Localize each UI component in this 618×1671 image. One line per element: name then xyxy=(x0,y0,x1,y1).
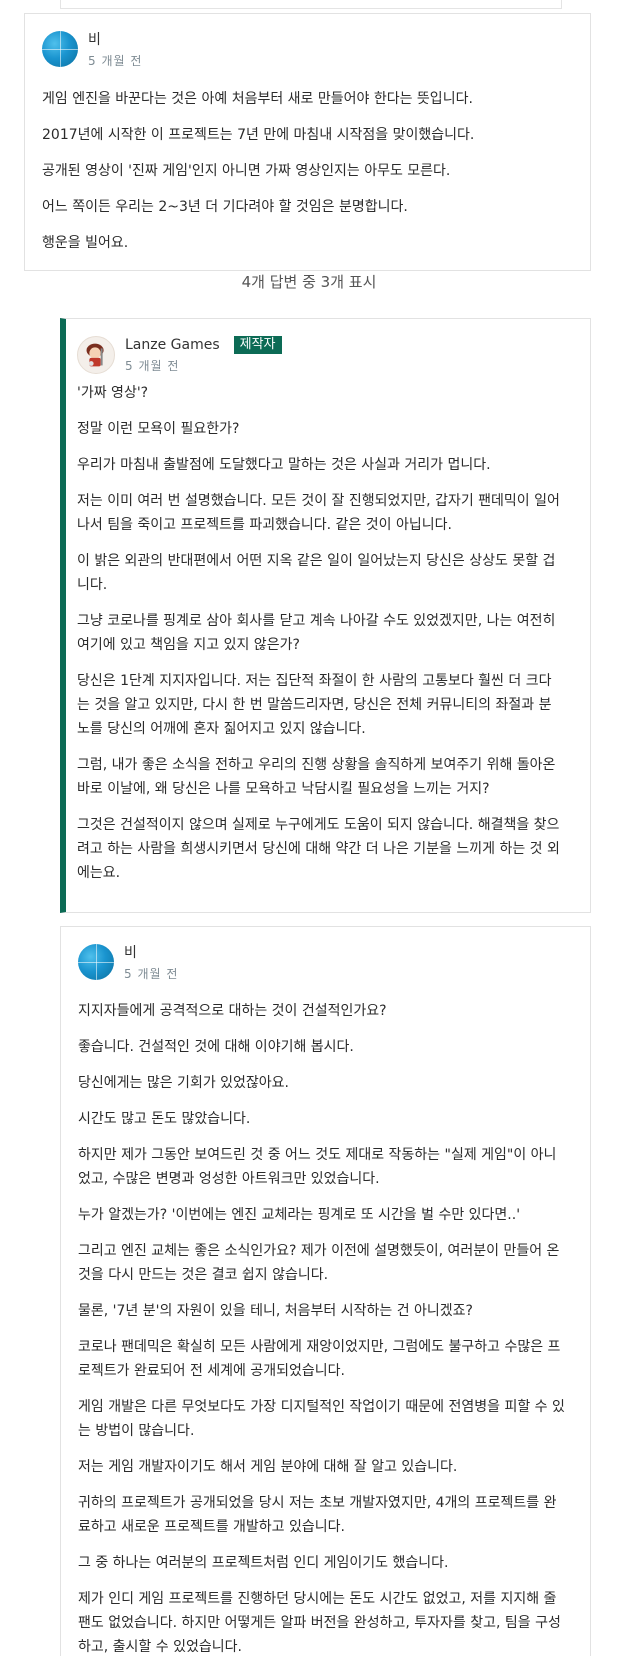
author-name[interactable]: 비 xyxy=(88,31,101,49)
paragraph: 그럼, 내가 좋은 소식을 전하고 우리의 진행 상황을 솔직하게 보여주기 위… xyxy=(77,757,556,797)
comment-body: '가짜 영상'? 정말 이런 모욕이 필요한가? 우리가 마침내 출발점에 도달… xyxy=(77,381,561,897)
paragraph: 이 밝은 외관의 반대편에서 어떤 지옥 같은 일이 일어났는지 당신은 상상도… xyxy=(77,553,556,593)
timestamp[interactable]: 5 개월 전 xyxy=(125,357,282,374)
comment-card: 비 5 개월 전 게임 엔진을 바꾼다는 것은 아예 처음부터 새로 만들어야 … xyxy=(24,13,591,271)
author-name[interactable]: 비 xyxy=(124,944,137,962)
paragraph: 시간도 많고 돈도 많았습니다. xyxy=(78,1111,251,1127)
timestamp[interactable]: 5 개월 전 xyxy=(88,52,142,69)
paragraph: 어느 쪽이든 우리는 2~3년 더 기다려야 할 것임은 분명합니다. xyxy=(42,199,408,215)
paragraph: 제가 인디 게임 프로젝트를 진행하던 당시에는 돈도 시간도 없었고, 저를 … xyxy=(78,1591,561,1655)
paragraph: 당신은 1단계 지지자입니다. 저는 집단적 좌절이 한 사람의 고통보다 훨씬… xyxy=(77,673,552,737)
creator-reply-card: Lanze Games 제작자 5 개월 전 '가짜 영상'? 정말 이런 모욕… xyxy=(60,318,591,913)
paragraph: 행운을 빌어요. xyxy=(42,235,129,251)
paragraph: 공개된 영상이 '진짜 게임'인지 아니면 가짜 영상인지는 아무도 모른다. xyxy=(42,163,451,179)
comment-meta: Lanze Games 제작자 5 개월 전 xyxy=(125,336,282,374)
paragraph: 우리가 마침내 출발점에 도달했다고 말하는 것은 사실과 거리가 멉니다. xyxy=(77,457,491,473)
paragraph: 지지자들에게 공격적으로 대하는 것이 건설적인가요? xyxy=(78,1003,387,1019)
paragraph: 2017년에 시작한 이 프로젝트는 7년 만에 마침내 시작점을 맞이했습니다… xyxy=(42,127,475,143)
replies-shown-label[interactable]: 4개 답변 중 3개 표시 xyxy=(0,272,618,292)
reply-card: 비 5 개월 전 지지자들에게 공격적으로 대하는 것이 건설적인가요? 좋습니… xyxy=(60,926,591,1656)
timestamp[interactable]: 5 개월 전 xyxy=(124,965,178,982)
paragraph: 당신에게는 많은 기회가 있었잖아요. xyxy=(78,1075,289,1091)
author-name[interactable]: Lanze Games xyxy=(125,336,220,354)
paragraph: 누가 알겠는가? '이번에는 엔진 교체라는 핑계로 또 시간을 벌 수만 있다… xyxy=(78,1207,521,1223)
paragraph: 좋습니다. 건설적인 것에 대해 이야기해 봅시다. xyxy=(78,1039,354,1055)
paragraph: 그 중 하나는 여러분의 프로젝트처럼 인디 게임이기도 했습니다. xyxy=(78,1555,449,1571)
comment-body: 지지자들에게 공격적으로 대하는 것이 건설적인가요? 좋습니다. 건설적인 것… xyxy=(78,999,568,1671)
avatar[interactable] xyxy=(42,31,78,67)
paragraph: 저는 게임 개발자이기도 해서 게임 분야에 대해 잘 알고 있습니다. xyxy=(78,1459,458,1475)
paragraph: 게임 엔진을 바꾼다는 것은 아예 처음부터 새로 만들어야 한다는 뜻입니다. xyxy=(42,91,473,107)
paragraph: 하지만 제가 그동안 보여드린 것 중 어느 것도 제대로 작동하는 "실제 게… xyxy=(78,1147,557,1187)
paragraph: 게임 개발은 다른 무엇보다도 가장 디지털적인 작업이기 때문에 전염병을 피… xyxy=(78,1399,565,1439)
comment-header: 비 5 개월 전 xyxy=(42,31,142,69)
paragraph: 코로나 팬데믹은 확실히 모든 사람에게 재앙이었지만, 그럼에도 불구하고 수… xyxy=(78,1339,561,1379)
paragraph: 귀하의 프로젝트가 공개되었을 당시 저는 초보 개발자였지만, 4개의 프로젝… xyxy=(78,1495,557,1535)
creator-badge: 제작자 xyxy=(233,336,282,354)
avatar[interactable] xyxy=(77,336,115,374)
comment-header: Lanze Games 제작자 5 개월 전 xyxy=(77,336,282,374)
comment-header: 비 5 개월 전 xyxy=(78,944,178,982)
paragraph: '가짜 영상'? xyxy=(77,385,149,401)
paragraph: 그냥 코로나를 핑계로 삼아 회사를 닫고 계속 나아갈 수도 있었겠지만, 나… xyxy=(77,613,556,653)
comment-body: 게임 엔진을 바꾼다는 것은 아예 처음부터 새로 만들어야 한다는 뜻입니다.… xyxy=(42,87,572,267)
comment-meta: 비 5 개월 전 xyxy=(124,944,178,982)
paragraph: 물론, '7년 분'의 자원이 있을 테니, 처음부터 시작하는 건 아니겠죠? xyxy=(78,1303,473,1319)
paragraph: 그리고 엔진 교체는 좋은 소식인가요? 제가 이전에 설명했듯이, 여러분이 … xyxy=(78,1243,560,1283)
paragraph: 저는 이미 여러 번 설명했습니다. 모든 것이 잘 진행되었지만, 갑자기 팬… xyxy=(77,493,560,533)
previous-card-edge xyxy=(60,0,562,9)
paragraph: 그것은 건설적이지 않으며 실제로 누구에게도 도움이 되지 않습니다. 해결책… xyxy=(77,817,560,881)
comment-meta: 비 5 개월 전 xyxy=(88,31,142,69)
avatar[interactable] xyxy=(78,944,114,980)
paragraph: 정말 이런 모욕이 필요한가? xyxy=(77,421,240,437)
